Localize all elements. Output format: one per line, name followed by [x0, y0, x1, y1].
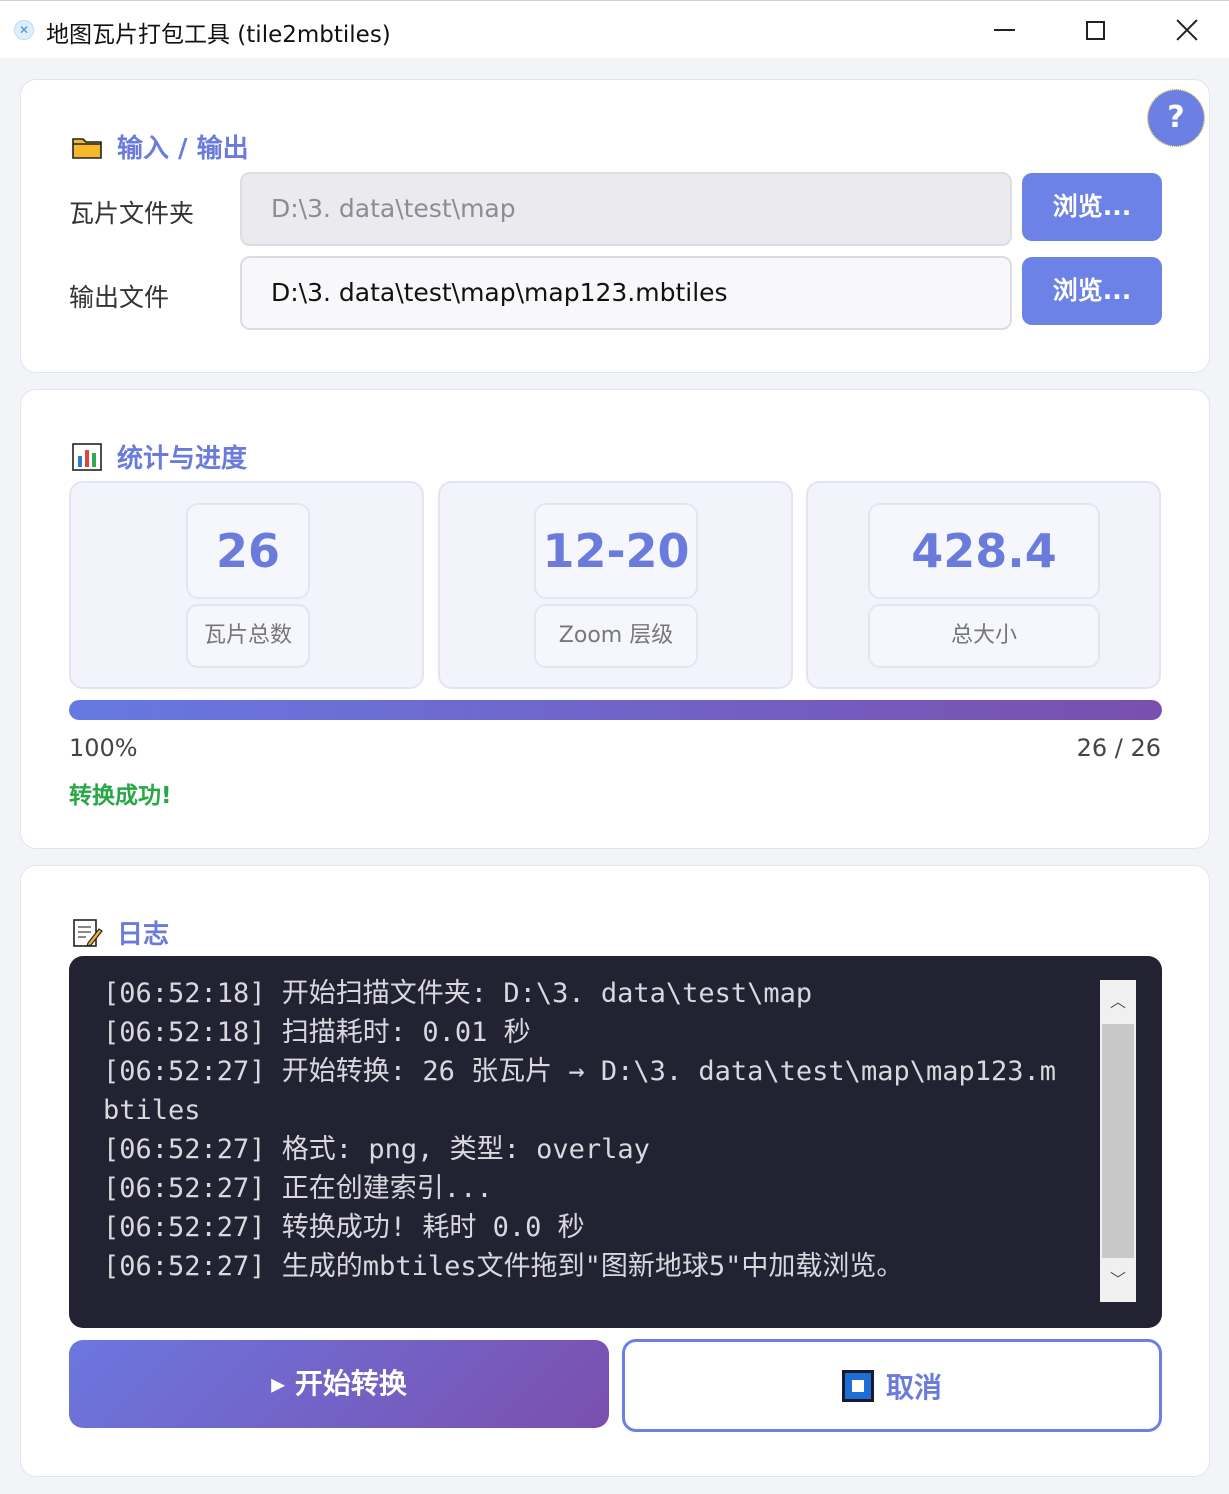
output-file-input[interactable]: D:\3. data\test\map\map123.mbtiles — [240, 256, 1012, 330]
app-icon: ✕ — [14, 20, 34, 40]
stat-label: 总大小 — [868, 604, 1100, 668]
log-panel[interactable]: [06:52:18] 开始扫描文件夹: D:\3. data\test\map … — [69, 956, 1162, 1328]
title-bar: ✕ 地图瓦片打包工具 (tile2mbtiles) — [0, 0, 1229, 58]
stat-total-size: 428.4 KB 总大小 — [806, 481, 1161, 689]
minimize-icon — [993, 29, 1015, 31]
stats-section-label: 统计与进度 — [117, 444, 248, 474]
stat-value: 12-20 — [534, 503, 698, 599]
window-title: 地图瓦片打包工具 (tile2mbtiles) — [46, 22, 391, 48]
log-section-label: 日志 — [117, 920, 170, 950]
maximize-button[interactable] — [1049, 1, 1141, 59]
progress-percent: 100% — [69, 734, 138, 762]
tile-folder-label: 瓦片文件夹 — [69, 199, 195, 228]
stat-value: 428.4 KB — [868, 503, 1100, 670]
scroll-thumb[interactable] — [1102, 1024, 1134, 1258]
close-icon — [1176, 19, 1198, 41]
stat-label: Zoom 层级 — [534, 604, 698, 668]
log-section-title: 日志 — [71, 914, 169, 951]
io-card: 输入 / 输出 ? 瓦片文件夹 D:\3. data\test\map 浏览..… — [20, 79, 1210, 373]
log-card: 日志 [06:52:18] 开始扫描文件夹: D:\3. data\test\m… — [20, 865, 1210, 1477]
cancel-button[interactable]: 取消 — [622, 1339, 1162, 1432]
stats-card: 统计与进度 26 瓦片总数 12-20 Zoom 层级 428.4 KB 总大小… — [20, 389, 1210, 849]
progress-bar — [69, 700, 1162, 720]
maximize-icon — [1085, 20, 1105, 40]
memo-icon — [73, 918, 103, 947]
output-file-label: 输出文件 — [69, 283, 170, 312]
stats-section-title: 统计与进度 — [71, 438, 247, 475]
bar-chart-icon — [72, 442, 102, 471]
minimize-button[interactable] — [958, 1, 1050, 59]
cancel-label: 取消 — [885, 1370, 942, 1404]
stop-icon — [841, 1369, 874, 1402]
scroll-up-icon[interactable]: ︿ — [1100, 980, 1136, 1024]
stat-tile-count: 26 瓦片总数 — [69, 481, 424, 689]
stat-zoom-levels: 12-20 Zoom 层级 — [438, 481, 793, 689]
folder-icon — [72, 137, 102, 159]
close-button[interactable] — [1141, 1, 1229, 59]
progress-fill — [69, 700, 1162, 720]
browse-output-file-button[interactable]: 浏览... — [1022, 257, 1162, 325]
progress-count: 26 / 26 — [1076, 734, 1161, 762]
status-message: 转换成功! — [69, 783, 172, 809]
start-convert-button[interactable]: ▸ 开始转换 — [69, 1340, 609, 1428]
log-text: [06:52:18] 开始扫描文件夹: D:\3. data\test\map … — [103, 978, 1057, 1282]
scroll-down-icon[interactable]: ﹀ — [1100, 1258, 1136, 1302]
help-button[interactable]: ? — [1147, 89, 1205, 147]
io-section-title: 输入 / 输出 — [71, 128, 249, 165]
browse-tile-folder-button[interactable]: 浏览... — [1022, 173, 1162, 241]
tile-folder-input[interactable]: D:\3. data\test\map — [240, 172, 1012, 246]
stat-value: 26 — [186, 503, 310, 599]
stat-label: 瓦片总数 — [186, 604, 310, 668]
io-section-label: 输入 / 输出 — [117, 134, 249, 164]
log-scrollbar[interactable]: ︿ ﹀ — [1100, 980, 1136, 1302]
